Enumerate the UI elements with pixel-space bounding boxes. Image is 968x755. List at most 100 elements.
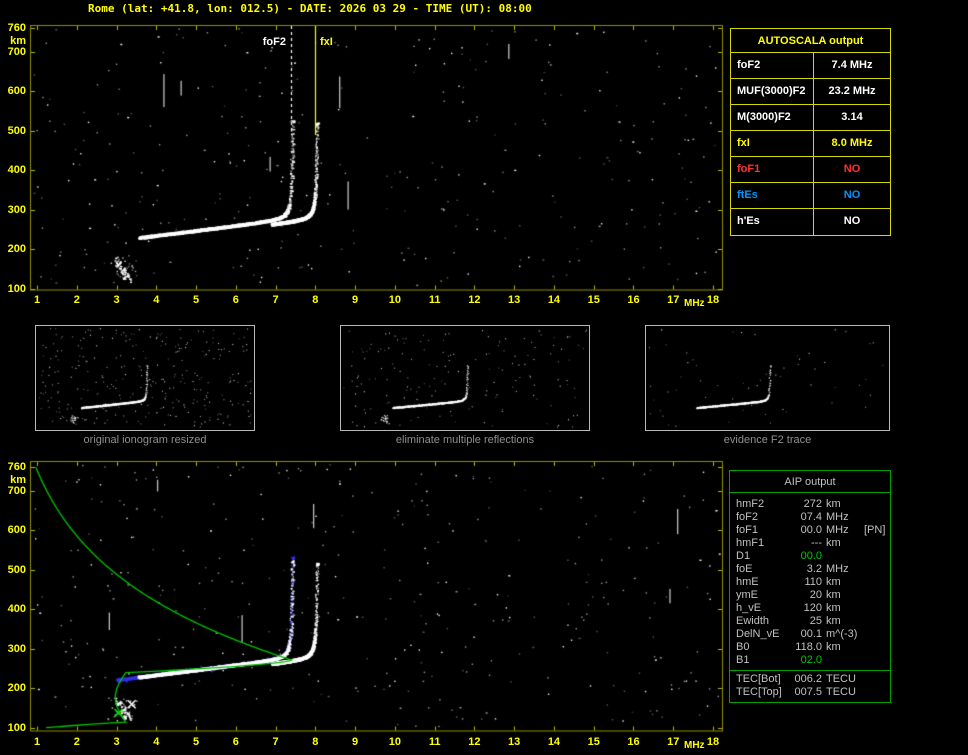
x-axis-tick-top-2: 2 bbox=[73, 294, 80, 306]
aip-param: TEC[Top] bbox=[736, 686, 782, 698]
autoscala-app-screen: Rome (lat: +41.8, lon: 012.5) - DATE: 20… bbox=[0, 0, 968, 755]
aip-unit: MHz bbox=[826, 511, 849, 523]
aip-param: hmE bbox=[736, 576, 759, 588]
autoscala-param-label: foF1 bbox=[731, 157, 814, 182]
aip-param: h_vE bbox=[736, 602, 762, 614]
y-axis-tick-top-200: 200 bbox=[7, 243, 26, 256]
aip-table-header: AIP output bbox=[730, 471, 890, 493]
x-axis-tick-top-1: 1 bbox=[33, 294, 41, 306]
aip-value: 07.4 bbox=[800, 511, 822, 523]
aip-row-TEC[Top]: TEC[Top] 007.5 TECU bbox=[730, 686, 890, 699]
x-axis-tick-bottom-16: 16 bbox=[627, 736, 640, 748]
y-axis-tick-top-300: 300 bbox=[7, 203, 26, 216]
aip-row-foF2: foF2 07.4 MHz bbox=[730, 511, 890, 524]
y-axis-tick-top-100: 100 bbox=[7, 282, 26, 295]
aip-unit: m^(-3) bbox=[826, 628, 858, 640]
aip-row-hmF1: hmF1 --- km bbox=[730, 537, 890, 550]
aip-param: foE bbox=[736, 563, 753, 575]
aip-note bbox=[864, 615, 890, 628]
x-axis-tick-bottom-10: 10 bbox=[388, 736, 401, 748]
bottom-profile-canvas bbox=[28, 459, 728, 735]
thumbnail-caption-eliminate: eliminate multiple reflections bbox=[395, 434, 535, 446]
aip-row-DelN_vE: DelN_vE 00.1 m^(-3) bbox=[730, 628, 890, 641]
aip-note bbox=[864, 673, 890, 686]
x-axis-tick-bottom-11: 11 bbox=[428, 736, 441, 748]
aip-param: foF2 bbox=[736, 511, 759, 523]
aip-value: 120 bbox=[803, 602, 822, 614]
aip-row-ymE: ymE 20 km bbox=[730, 589, 890, 602]
aip-value: 007.5 bbox=[794, 686, 822, 698]
aip-unit: TECU bbox=[826, 673, 856, 685]
aip-value: 3.2 bbox=[806, 563, 822, 575]
x-axis-tick-bottom-4: 4 bbox=[153, 736, 160, 748]
aip-param: ymE bbox=[736, 589, 758, 601]
aip-value: 02.0 bbox=[800, 654, 822, 666]
autoscala-output-table: AUTOSCALA output foF2 7.4 MHz MUF(3000)F2 2… bbox=[730, 28, 891, 236]
aip-value: 118.0 bbox=[795, 641, 822, 653]
autoscala-row-ftEs: ftEs NO bbox=[731, 183, 890, 209]
aip-param: B1 bbox=[736, 654, 750, 666]
aip-value: 00.0 bbox=[800, 524, 822, 536]
y-axis-tick-top-600: 600 bbox=[7, 85, 26, 98]
aip-unit: MHz bbox=[826, 563, 849, 575]
aip-value: 25 bbox=[809, 615, 822, 627]
x-axis-tick-top-17: 17 bbox=[667, 294, 680, 306]
station-date-title: Rome (lat: +41.8, lon: 012.5) - DATE: 20… bbox=[88, 2, 532, 15]
x-axis-tick-top-6: 6 bbox=[232, 294, 239, 306]
y-axis-tick-bottom-100: 100 bbox=[7, 722, 26, 734]
thumbnail-caption-evidence: evidence F2 trace bbox=[723, 434, 812, 446]
aip-unit: MHz bbox=[826, 524, 849, 536]
aip-note bbox=[864, 550, 890, 563]
aip-unit: km bbox=[826, 602, 841, 614]
y-axis-unit-top: km bbox=[10, 35, 26, 47]
aip-row-D1: D1 00.0 bbox=[730, 550, 890, 563]
thumbnail-original-ionogram bbox=[35, 325, 255, 431]
aip-unit: km bbox=[826, 498, 841, 510]
aip-value: 00.1 bbox=[800, 628, 822, 640]
aip-note bbox=[864, 537, 890, 550]
y-axis-tick-bottom-760: 760 bbox=[7, 460, 26, 473]
aip-unit: km bbox=[826, 641, 841, 653]
top-ionogram-canvas bbox=[28, 23, 728, 295]
aip-param: Ewidth bbox=[736, 615, 770, 627]
autoscala-param-value: 3.14 bbox=[841, 111, 863, 123]
aip-note bbox=[864, 498, 890, 511]
aip-note bbox=[864, 563, 890, 576]
aip-row-TEC[Bot]: TEC[Bot] 006.2 TECU bbox=[730, 673, 890, 686]
aip-note bbox=[864, 589, 890, 602]
aip-param: B0 bbox=[736, 641, 750, 653]
aip-value: --- bbox=[811, 537, 822, 549]
autoscala-param-label: MUF(3000)F2 bbox=[731, 79, 814, 104]
aip-note: [PN] bbox=[864, 524, 886, 536]
x-axis-tick-bottom-3: 3 bbox=[113, 736, 120, 748]
aip-param: D1 bbox=[736, 550, 751, 562]
aip-note bbox=[864, 641, 890, 654]
autoscala-row-fxI: fxI 8.0 MHz bbox=[731, 131, 890, 157]
aip-row-h_vE: h_vE 120 km bbox=[730, 602, 890, 615]
aip-note bbox=[864, 686, 890, 699]
y-axis-tick-bottom-300: 300 bbox=[7, 642, 26, 655]
x-axis-tick-top-9: 9 bbox=[352, 294, 359, 306]
aip-note bbox=[864, 602, 890, 615]
y-axis-tick-bottom-400: 400 bbox=[7, 603, 26, 616]
x-axis-tick-bottom-5: 5 bbox=[192, 736, 200, 748]
aip-value: 00.0 bbox=[800, 550, 822, 562]
fxi-marker-label: fxI bbox=[320, 36, 333, 48]
autoscala-param-label: fxI bbox=[731, 131, 814, 156]
aip-row-foF1: foF1 00.0 MHz [PN] bbox=[730, 524, 890, 537]
autoscala-param-label: foF2 bbox=[731, 53, 814, 78]
autoscala-row-h'Es: h'Es NO bbox=[731, 209, 890, 235]
autoscala-table-header: AUTOSCALA output bbox=[731, 29, 890, 53]
thumbnail-evidence-f2-trace bbox=[645, 325, 890, 431]
autoscala-row-foF2: foF2 7.4 MHz bbox=[731, 53, 890, 79]
y-axis-tick-bottom-700: 700 bbox=[7, 484, 26, 497]
aip-unit: km bbox=[826, 576, 841, 588]
aip-value: 006.2 bbox=[794, 673, 822, 685]
aip-param: hmF2 bbox=[736, 498, 765, 510]
aip-row-foE: foE 3.2 MHz bbox=[730, 563, 890, 576]
autoscala-param-value: NO bbox=[843, 189, 861, 201]
aip-note bbox=[864, 654, 890, 667]
y-axis-tick-top-700: 700 bbox=[7, 45, 26, 58]
x-axis-tick-top-16: 16 bbox=[627, 294, 640, 306]
x-axis-unit-top: MHz bbox=[684, 298, 705, 309]
